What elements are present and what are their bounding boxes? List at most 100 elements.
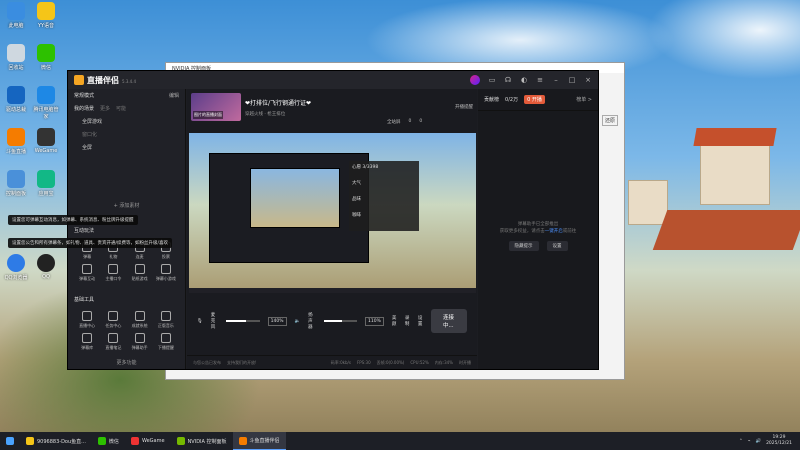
record-button[interactable]: 录制 <box>405 315 410 327</box>
stream-preview[interactable]: 心愿 3/3398 大气 品味 咖啡 <box>189 133 476 293</box>
close-button[interactable]: × <box>584 76 592 84</box>
edit-button[interactable]: 编辑 <box>169 92 179 99</box>
desktop-icon-qq[interactable]: QQ <box>32 254 60 280</box>
tab-contribution[interactable]: 贡献榜 <box>484 96 499 103</box>
volume-icon[interactable]: 🔊 <box>755 439 761 444</box>
taskbar: 9096883-Dou鱼直... 微信 WeGame NVIDIA 控制面板 斗… <box>0 432 800 450</box>
danmaku-interact-icon <box>82 264 93 274</box>
room-category[interactable]: 穿越火线 · 枪王排位 <box>245 111 311 117</box>
enable-link[interactable]: 一键开启 <box>545 229 563 234</box>
add-material-button[interactable]: + 添加素材 <box>68 202 185 209</box>
live-companion-window[interactable]: 直播伴侣 5.3.4.4 ▭ ☊ ◐ ≡ – □ × 常规模式 编辑 我的场景 … <box>8 70 599 370</box>
tool-item[interactable]: 直播笔记 <box>100 333 126 351</box>
basic-tools-title: 基础工具 <box>74 297 95 303</box>
qq-penguin-icon <box>37 254 55 272</box>
tab-my-scenes[interactable]: 我的场景 <box>74 105 94 112</box>
mic-percent[interactable]: 140% <box>267 316 287 326</box>
minimize-button[interactable]: – <box>552 76 560 84</box>
douyu-browser-icon <box>26 437 34 445</box>
right-panel: 贡献榜 0/2万 0 开播 榜单 > 弹幕助手已全部推出 获取更多权益，请点击一… <box>478 89 598 369</box>
speaker-slider[interactable] <box>323 320 358 322</box>
desktop-icon-pcmgr[interactable]: 腾讯电脑管家 <box>32 86 60 120</box>
beauty-button[interactable]: 美颜 <box>392 315 397 327</box>
room-cover[interactable]: 图片的直播封面 <box>191 93 241 121</box>
scene-item[interactable]: 全屏游戏 <box>68 115 185 128</box>
desktop-icon-control-panel[interactable]: 控制面板 <box>2 170 30 197</box>
wish-popup: 心愿 3/3398 大气 品味 咖啡 <box>349 161 419 231</box>
scene-item[interactable]: 全屏 <box>68 141 185 154</box>
tab-more[interactable]: 更多 <box>100 105 110 112</box>
taskbar-item[interactable]: NVIDIA 控制面板 <box>171 432 233 450</box>
settings-button[interactable]: 设置 <box>418 315 423 327</box>
message-icon[interactable]: ▭ <box>488 76 496 84</box>
mic-slider[interactable] <box>226 320 260 322</box>
room-info: 图片的直播封面 ❤打排位/飞行钢通行证❤ 穿越火线 · 枪王排位 开播提醒 <box>187 89 477 125</box>
live-reminder-button[interactable]: 开播提醒 <box>455 104 473 110</box>
mode-dropdown[interactable]: 常规模式 <box>74 92 94 99</box>
desktop-icon-wegame[interactable]: WeGame <box>32 128 60 154</box>
taskbar-item[interactable]: 9096883-Dou鱼直... <box>20 432 92 450</box>
douyu-icon <box>238 436 247 445</box>
note-icon <box>108 333 119 343</box>
tab-maybe[interactable]: 可能 <box>116 105 126 112</box>
tool-item[interactable]: 直播中心 <box>74 311 100 329</box>
headset-icon[interactable]: ☊ <box>504 76 512 84</box>
live-pill: 0 开播 <box>524 95 545 104</box>
start-button[interactable] <box>0 432 20 450</box>
restore-button[interactable]: 还原 <box>601 115 618 126</box>
ranking-link[interactable]: 榜单 > <box>576 96 592 103</box>
tool-item[interactable]: 下播提醒 <box>153 333 179 351</box>
more-functions-button[interactable]: 更多功能 <box>68 359 185 366</box>
interact-item[interactable]: 贴纸游戏 <box>127 264 153 282</box>
interact-item[interactable]: 弹幕小游戏 <box>153 264 179 282</box>
user-avatar[interactable] <box>470 75 480 85</box>
tooltip: 设置您公告和所有弹幕条，如礼物、道具、贵宾开通/续费等，如粉丝升级/喜欢 <box>8 238 173 248</box>
clock[interactable]: 19:29 2025/12/21 <box>766 435 792 447</box>
taskbar-item-active[interactable]: 斗鱼直播伴侣 <box>232 432 286 450</box>
wegame-icon <box>130 437 139 445</box>
desktop-icon-yy[interactable]: YY语音 <box>32 2 60 29</box>
interact-item[interactable]: 弹幕互动 <box>74 264 100 282</box>
fullscreen-toggle[interactable]: 全站屏 <box>387 119 401 125</box>
system-tray: ⌃ ⌁ 🔊 19:29 2025/12/21 <box>739 435 800 447</box>
mic-icon[interactable]: 🎙 <box>197 319 203 324</box>
right-settings-button[interactable]: 设置 <box>546 241 568 251</box>
maximize-button[interactable]: □ <box>568 76 576 84</box>
wechat-icon <box>37 44 55 62</box>
status-bar: 与您公告已发布 支持我们的开放! 码率:0kb/s FPS:30 丢帧:0(0.… <box>187 355 477 369</box>
sticker-icon <box>134 264 145 274</box>
desktop-icon-recycle-bin[interactable]: 回收站 <box>2 44 30 71</box>
menu-icon[interactable]: ≡ <box>536 76 544 84</box>
tool-item[interactable]: 任务中心 <box>100 311 126 329</box>
desktop-icon-douyu[interactable]: 斗鱼直播 <box>2 128 30 155</box>
desktop-icon-wechat[interactable]: 微信 <box>32 44 60 71</box>
desktop-icon-app-store[interactable]: 应用宝 <box>32 170 60 197</box>
douyu-icon <box>7 128 25 146</box>
desktop-icon-driver[interactable]: 驱动总裁 <box>2 86 30 113</box>
skin-icon[interactable]: ◐ <box>520 76 528 84</box>
driver-icon <box>7 86 25 104</box>
network-icon[interactable]: ⌁ <box>748 439 751 444</box>
room-title[interactable]: ❤打排位/飞行钢通行证❤ <box>245 98 311 107</box>
hide-tip-button[interactable]: 隐藏提示 <box>508 241 539 251</box>
tool-item[interactable]: 弹幕助手 <box>127 333 153 351</box>
desktop-icon-qq-browser[interactable]: QQ浏览器 <box>2 254 30 281</box>
speaker-icon[interactable]: 🔈 <box>295 319 301 324</box>
desktop-icon-this-pc[interactable]: 此电脑 <box>2 2 30 29</box>
tool-item[interactable]: 正版音乐 <box>153 311 179 329</box>
interact-item[interactable]: 主播口令 <box>100 264 126 282</box>
chevron-up-icon[interactable]: ⌃ <box>739 439 743 444</box>
scene-item[interactable]: 窗口化 <box>68 128 185 141</box>
taskbar-item[interactable]: 微信 <box>92 432 125 450</box>
recycle-bin-icon <box>7 44 25 62</box>
interact-title: 互动玩法 <box>74 228 95 234</box>
app-logo-icon <box>74 75 84 85</box>
preview-taskbar <box>189 288 476 293</box>
tool-item[interactable]: 成就系统 <box>127 311 153 329</box>
start-live-button[interactable]: 连接中... <box>430 309 468 333</box>
wechat-icon <box>97 437 106 445</box>
taskbar-item[interactable]: WeGame <box>125 432 171 450</box>
nvidia-icon <box>176 437 185 445</box>
speaker-percent[interactable]: 110% <box>365 316 384 326</box>
tool-item[interactable]: 弹幕库 <box>74 333 100 351</box>
